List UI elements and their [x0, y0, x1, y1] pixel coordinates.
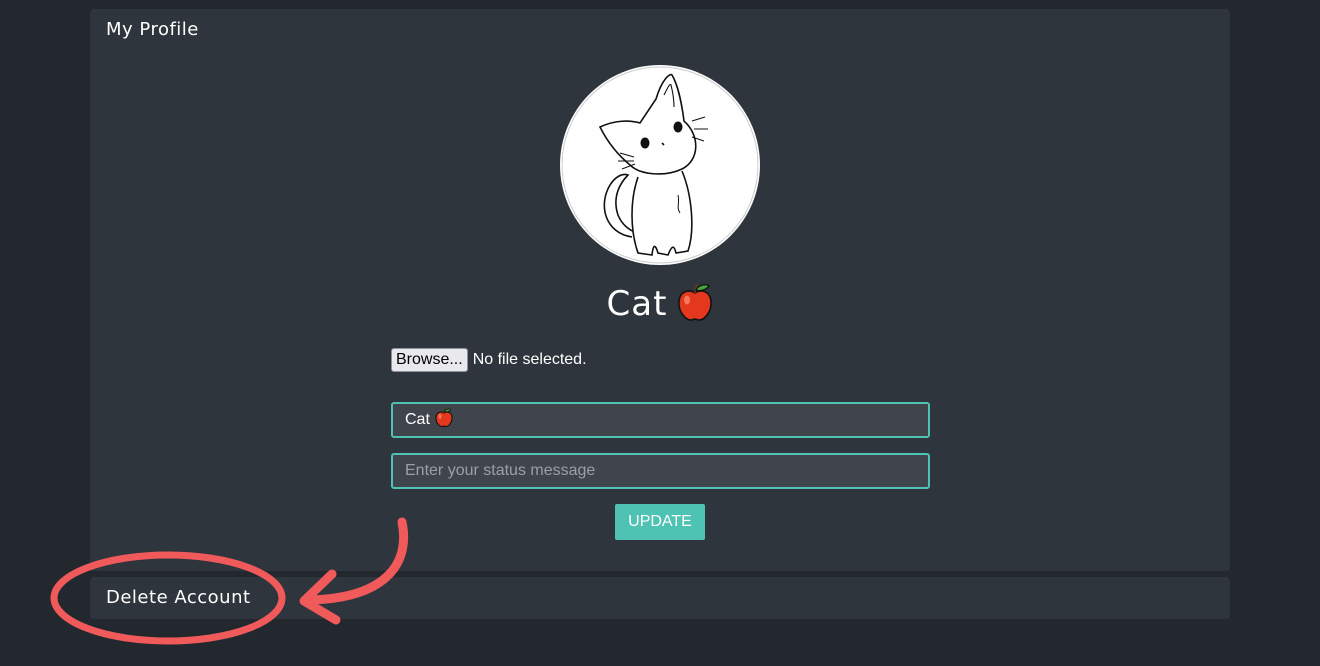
apple-icon: [677, 283, 713, 330]
display-name-text: Cat: [606, 284, 668, 324]
avatar[interactable]: [560, 65, 760, 265]
delete-account-panel[interactable]: Delete Account: [90, 577, 1230, 619]
display-name-input-value: Cat: [405, 411, 430, 428]
cat-avatar-icon: [561, 66, 759, 264]
display-name: Cat: [90, 283, 1230, 330]
status-message-placeholder: Enter your status message: [405, 462, 596, 479]
update-button[interactable]: UPDATE: [615, 504, 705, 540]
display-name-input[interactable]: Cat: [391, 402, 930, 438]
file-input: Browse... No file selected.: [391, 348, 587, 372]
file-status-text: No file selected.: [472, 351, 587, 368]
apple-icon: [435, 408, 453, 432]
profile-panel: My Profile Cat Browse... No file selecte…: [90, 9, 1230, 571]
panel-title: My Profile: [106, 19, 199, 40]
status-message-input[interactable]: Enter your status message: [391, 453, 930, 489]
delete-account-label: Delete Account: [106, 587, 251, 608]
browse-button[interactable]: Browse...: [391, 348, 468, 372]
